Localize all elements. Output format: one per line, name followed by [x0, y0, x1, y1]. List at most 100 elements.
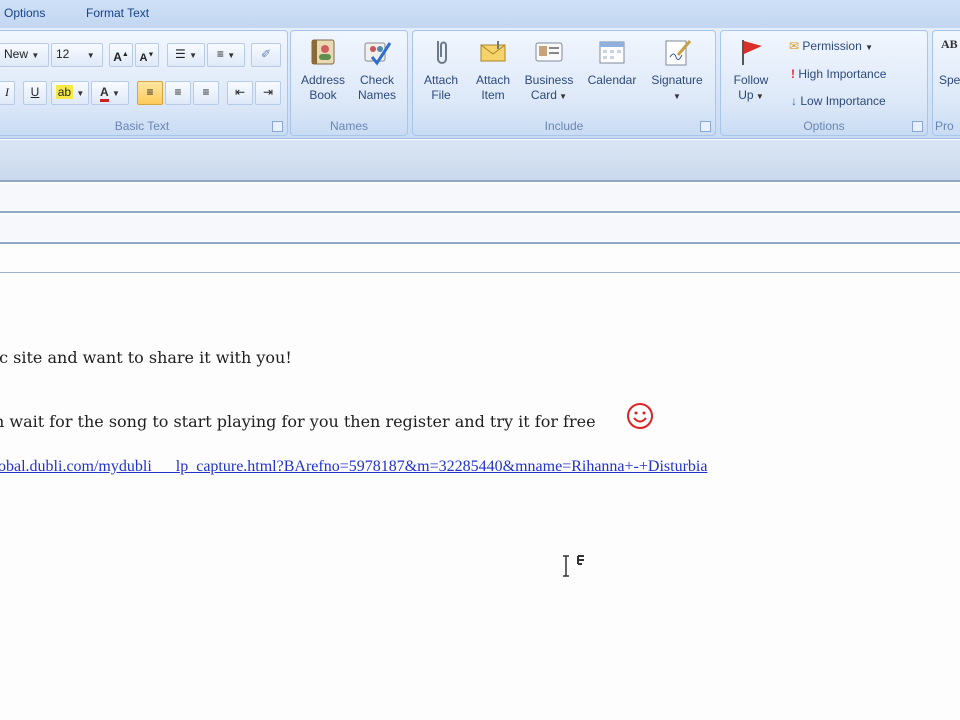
business-card-label-1: Business [524, 73, 574, 87]
envelope-icon [478, 37, 508, 67]
align-left-button[interactable]: ≡ [137, 81, 163, 105]
group-options: Follow Up ▼ ✉ Permission ▼ ! High Import… [720, 30, 928, 136]
body-line-1: ic site and want to share it with you! [0, 348, 292, 367]
header-bar [0, 140, 960, 180]
group-include: Attach File Attach Item Business Card ▼ … [412, 30, 716, 136]
highlighter-icon: ab [55, 85, 74, 99]
decrease-indent-button[interactable]: ⇤ [227, 81, 253, 105]
follow-up-label-2: Up [738, 88, 754, 102]
dialog-launcher-icon[interactable] [912, 121, 923, 132]
dialog-launcher-icon[interactable] [272, 121, 283, 132]
attach-file-button[interactable]: Attach File [415, 37, 467, 103]
attach-item-label-2: Item [481, 88, 505, 102]
shrink-font-button[interactable]: A▼ [135, 43, 159, 67]
font-color-icon: A [100, 85, 109, 102]
tab-options[interactable]: Options [4, 6, 45, 20]
high-importance-button[interactable]: ! High Importance [791, 67, 886, 81]
check-names-label-1: Check [359, 73, 394, 87]
ribbon: New ▼ 12 ▼ A▲ A▼ ☰ ▼ ≡ ▼ ✐ I U ab ▼ A ▼ … [0, 28, 960, 139]
chevron-down-icon: ▼ [865, 43, 874, 52]
signature-label: Signature [651, 73, 703, 87]
calendar-button[interactable]: Calendar [581, 37, 643, 88]
group-label-basic-text: Basic Text [114, 119, 170, 133]
group-label-proofing: Pro [935, 119, 954, 133]
check-names-label-2: Names [357, 88, 396, 102]
italic-icon: I [5, 85, 9, 99]
subject-field-divider [0, 242, 960, 244]
cc-field[interactable] [0, 184, 960, 210]
check-names-button[interactable]: Check Names [351, 37, 403, 103]
font-color-button[interactable]: A ▼ [91, 81, 129, 105]
align-left-icon: ≡ [146, 85, 154, 99]
chevron-down-icon: ▼ [673, 92, 681, 101]
address-book-icon [308, 37, 338, 67]
signature-button[interactable]: Signature ▼ [645, 37, 709, 104]
align-right-icon: ≡ [202, 85, 210, 99]
group-proofing: AB Spe Pro [932, 30, 960, 136]
group-label-include: Include [544, 119, 584, 133]
numbering-button[interactable]: ≡ ▼ [207, 43, 245, 67]
clear-formatting-icon: ✐ [260, 47, 272, 61]
permission-button[interactable]: ✉ Permission ▼ [789, 39, 873, 53]
calendar-icon [597, 37, 627, 67]
low-importance-button[interactable]: ↓ Low Importance [791, 94, 886, 108]
permission-icon: ✉ [789, 39, 800, 53]
flag-icon [736, 37, 766, 67]
address-book-label-2: Book [309, 88, 337, 102]
ribbon-tab-strip: Options Format Text [0, 0, 960, 28]
grow-font-button[interactable]: A▲ [109, 43, 133, 67]
group-names: Address Book Check Names Names [290, 30, 408, 136]
message-link[interactable]: obal.dubli.com/mydubli___lp_capture.html… [0, 458, 707, 476]
signature-icon [662, 37, 692, 67]
dialog-launcher-icon[interactable] [700, 121, 711, 132]
spelling-button[interactable]: AB Spe [935, 37, 960, 88]
font-size-select[interactable]: 12 ▼ [51, 43, 103, 67]
align-center-button[interactable]: ≡ [165, 81, 191, 105]
low-importance-icon: ↓ [791, 94, 797, 108]
attach-item-button[interactable]: Attach Item [467, 37, 519, 103]
align-right-button[interactable]: ≡ [193, 81, 219, 105]
tab-format-text[interactable]: Format Text [86, 6, 149, 20]
attach-file-label-1: Attach [423, 73, 459, 87]
bullets-icon: ☰ [174, 47, 186, 61]
clear-formatting-button[interactable]: ✐ [251, 43, 281, 67]
align-center-icon: ≡ [174, 85, 182, 99]
permission-label: Permission [802, 39, 862, 53]
increase-indent-button[interactable]: ⇥ [255, 81, 281, 105]
chevron-down-icon: ▼ [86, 51, 95, 60]
font-name-value: New [4, 47, 29, 61]
spelling-icon: AB [941, 37, 958, 51]
bullets-button[interactable]: ☰ ▼ [167, 43, 205, 67]
address-book-button[interactable]: Address Book [297, 37, 349, 103]
address-book-label-1: Address [300, 73, 346, 87]
group-basic-text: New ▼ 12 ▼ A▲ A▼ ☰ ▼ ≡ ▼ ✐ I U ab ▼ A ▼ … [0, 30, 288, 136]
font-name-select[interactable]: New ▼ [0, 43, 49, 67]
cc-field-divider [0, 211, 960, 213]
chevron-down-icon: ▼ [753, 92, 764, 101]
message-body[interactable] [0, 276, 960, 720]
subject-field[interactable] [0, 215, 960, 241]
underline-icon: U [30, 85, 40, 99]
italic-button[interactable]: I [0, 81, 15, 105]
business-card-icon [534, 37, 564, 67]
shrink-font-icon: A▼ [139, 51, 155, 64]
numbering-icon: ≡ [216, 47, 224, 61]
text-cursor-icon [560, 554, 590, 584]
follow-up-label-1: Follow [733, 73, 769, 87]
body-top-divider [0, 272, 960, 273]
increase-indent-icon: ⇥ [262, 85, 274, 99]
underline-button[interactable]: U [23, 81, 47, 105]
spelling-label: Spe [939, 73, 960, 87]
follow-up-button[interactable]: Follow Up ▼ [723, 37, 779, 104]
font-size-value: 12 [56, 47, 70, 61]
low-importance-label: Low Importance [800, 94, 886, 108]
high-importance-label: High Importance [798, 67, 887, 81]
business-card-button[interactable]: Business Card ▼ [519, 37, 579, 104]
chevron-down-icon: ▼ [31, 51, 40, 60]
chevron-down-icon: ▼ [189, 51, 198, 60]
chevron-down-icon: ▼ [556, 92, 568, 101]
highlight-button[interactable]: ab ▼ [51, 81, 89, 105]
group-label-options: Options [803, 119, 845, 133]
group-label-names: Names [329, 119, 368, 133]
check-names-icon [362, 37, 392, 67]
